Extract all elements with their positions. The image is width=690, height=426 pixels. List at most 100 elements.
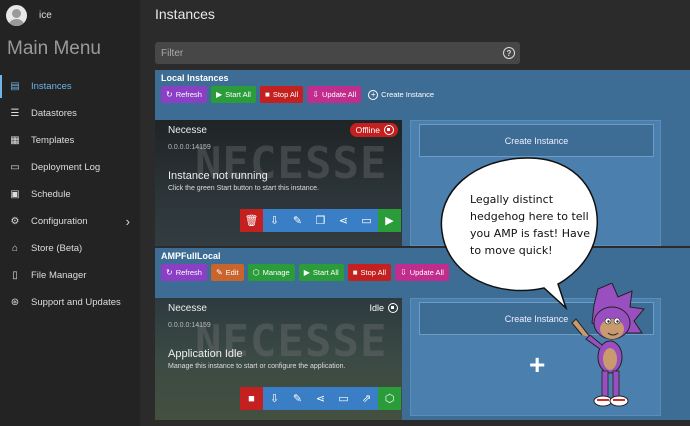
cube-icon: ⬡ [384,393,395,405]
file-icon: ▯ [12,270,18,281]
stop-button[interactable]: ■ [240,387,263,410]
sidebar-item-label: Support and Updates [31,297,121,308]
instance-card[interactable]: NECESSE Necesse Idle 0.0.0.0:14159 Appli… [155,298,402,420]
badge-label: Idle [369,303,384,313]
download-icon: ⇩ [312,90,319,99]
plus-circle-icon: + [368,89,379,100]
button-label: Refresh [175,268,202,277]
group-title: Local Instances [161,73,229,83]
group-toolbar: ↻ Refresh ✎ Edit ⬡ Manage ▶ Start All ■ Stop … [161,264,449,281]
play-icon: ▶ [215,90,223,99]
button-label: Stop All [360,268,386,277]
status-icon [388,303,398,313]
delete-button[interactable]: 🗑 [240,209,263,232]
share-icon: ⋖ [315,393,326,405]
status-icon [384,125,394,135]
stop-all-button[interactable]: ■ Stop All [259,86,304,103]
calendar-icon: ▣ [10,189,20,200]
user-profile[interactable]: ice [6,4,52,26]
filter-bar: ? [155,42,520,64]
refresh-button[interactable]: ↻ Refresh [161,86,207,103]
instance-actions: 🗑 ⇩ ✎ ❐ ⋖ ▭ ▶ [240,209,401,232]
button-label: Edit [225,268,239,277]
button-label: Update All [321,90,357,99]
sidebar-item-store[interactable]: ⌂ Store (Beta) [0,235,140,262]
sidebar-item-instances[interactable]: ▤ Instances [0,73,140,100]
sidebar-item-label: Schedule [31,189,71,200]
stop-icon: ■ [264,90,270,99]
manage-button[interactable]: ⬡ [378,387,401,410]
instance-name: Necesse [168,125,207,136]
sidebar-item-label: Configuration [31,216,88,227]
avatar[interactable] [6,4,27,26]
stop-all-button[interactable]: ■ Stop All [347,264,391,281]
status-badge: Offline [349,123,398,137]
share-button[interactable]: ⋖ [309,387,332,410]
instance-hint: Click the green Start button to start th… [168,185,319,192]
edit-button[interactable]: ✎ [286,387,309,410]
share-icon: ⋖ [338,215,349,227]
edit-button[interactable]: ✎ [286,209,309,232]
button-label: Create Instance [381,90,435,99]
open-external-button[interactable]: ⇗ [355,387,378,410]
sidebar-item-support[interactable]: ⊛ Support and Updates [0,289,140,316]
folder-icon: ▭ [338,393,349,405]
update-icon: ⇩ [269,393,280,405]
edit-icon: ✎ [215,268,223,277]
copy-button[interactable]: ❐ [309,209,332,232]
username: ice [39,9,52,21]
create-instance-button[interactable]: + Create Instance [365,86,437,103]
gear-icon: ⚙ [10,216,20,227]
update-all-button[interactable]: ⇩ Update All [307,86,362,103]
sidebar-item-label: Templates [31,135,75,146]
edit-button[interactable]: ✎ Edit [210,264,244,281]
edit-icon: ✎ [292,393,303,405]
badge-label: Offline [355,125,380,135]
sidebar-item-configuration[interactable]: ⚙ Configuration › [0,208,140,235]
menu-title: Main Menu [7,38,101,59]
sidebar-item-deployment-log[interactable]: ▭ Deployment Log [0,154,140,181]
speech-bubble-text: Legally distinct hedgehog here to tell y… [470,193,590,257]
sidebar-item-label: Store (Beta) [31,243,83,254]
template-icon: ▦ [10,135,20,146]
filter-input[interactable] [155,42,475,64]
button-label: Start All [225,90,251,99]
sidebar-item-label: Deployment Log [31,162,101,173]
sidebar-item-label: File Manager [31,270,87,281]
group-local-instances: Local Instances ↻ Refresh ▶ Start All ■ Sto… [155,70,690,246]
help-icon[interactable]: ? [503,47,515,59]
start-all-button[interactable]: ▶ Start All [298,264,344,281]
manage-button[interactable]: ⬡ Manage [247,264,295,281]
main-menu: ▤ Instances ☰ Datastores ▦ Templates ▭ D… [0,73,140,316]
sidebar-item-label: Instances [31,81,72,92]
sidebar-item-file-manager[interactable]: ▯ File Manager [0,262,140,289]
instance-status: Application Idle [168,348,243,360]
stop-icon: ■ [248,392,255,405]
start-button[interactable]: ▶ [378,209,401,232]
store-icon: ⌂ [11,243,19,254]
folder-button[interactable]: ▭ [355,209,378,232]
instance-hint: Manage this instance to start or configu… [168,363,346,370]
sidebar-item-datastores[interactable]: ☰ Datastores [0,100,140,127]
instance-actions: ■ ⇩ ✎ ⋖ ▭ ⇗ ⬡ [240,387,401,410]
group-title: AMPFullLocal [161,251,221,261]
button-label: Update All [409,268,444,277]
instance-endpoint: 0.0.0.0:14159 [168,144,211,151]
start-all-button[interactable]: ▶ Start All [210,86,256,103]
copy-icon: ❐ [315,215,326,227]
update-button[interactable]: ⇩ [263,209,286,232]
sidebar-item-schedule[interactable]: ▣ Schedule [0,181,140,208]
instance-card[interactable]: NECESSE Necesse Offline 0.0.0.0:14159 In… [155,120,402,246]
datastore-icon: ☰ [10,108,20,119]
refresh-icon: ↻ [166,268,173,277]
button-label: Start All [312,268,339,277]
share-button[interactable]: ⋖ [332,209,355,232]
refresh-button[interactable]: ↻ Refresh [161,264,207,281]
update-button[interactable]: ⇩ [263,387,286,410]
create-label: Create Instance [504,135,569,146]
instance-endpoint: 0.0.0.0:14159 [168,322,211,329]
folder-button[interactable]: ▭ [332,387,355,410]
stop-icon: ■ [352,268,358,277]
plus-icon[interactable]: + [529,349,545,381]
sidebar-item-templates[interactable]: ▦ Templates [0,127,140,154]
